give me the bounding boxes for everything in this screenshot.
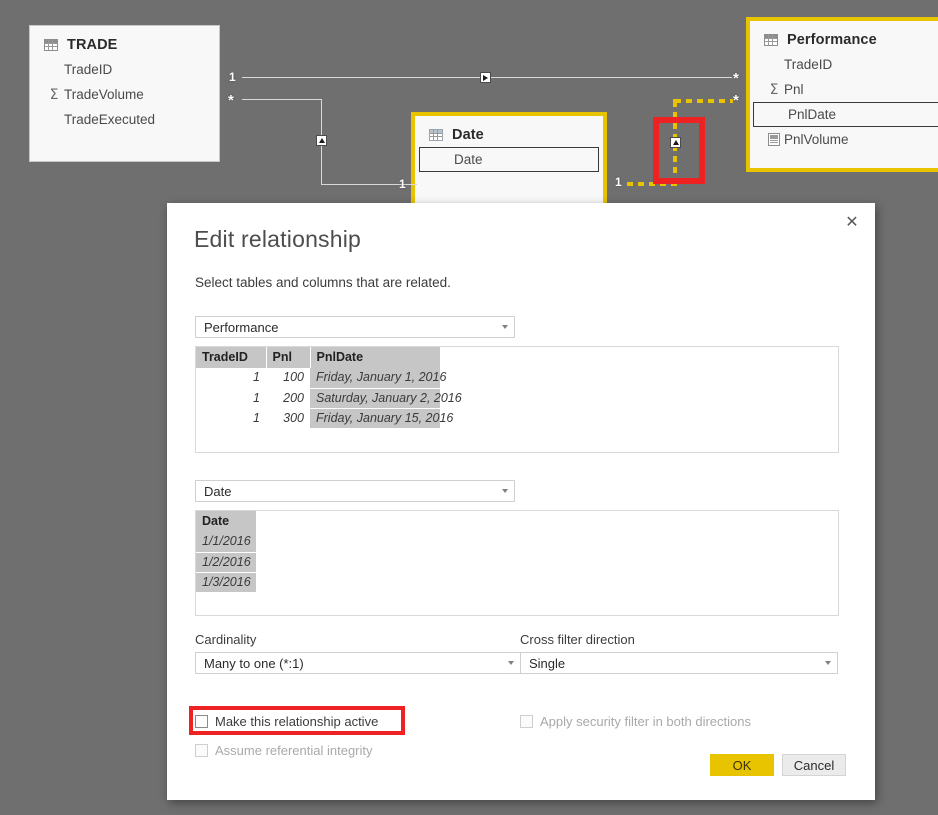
close-icon[interactable]: ✕ [831,205,873,239]
field-label: Date [454,152,483,167]
cell: 1 [196,388,266,409]
calculator-icon [764,133,784,146]
table-card-performance[interactable]: Performance TradeID Σ Pnl PnlDate PnlVol… [746,17,938,172]
field-label: PnlVolume [784,132,849,147]
grid-header-row: TradeID Pnl PnlDate [196,347,441,368]
apply-security-filter-checkbox: Apply security filter in both directions [520,714,751,729]
from-table-select[interactable]: Performance [195,316,515,338]
cell: 1/2/2016 [196,552,256,573]
chevron-down-icon [502,489,508,493]
cardinality-marker-one: 1 [229,70,236,84]
table-row[interactable]: 1 300 Friday, January 15, 2016 [196,408,453,429]
table-card-header: TRADE [30,26,219,57]
cell: 1 [196,408,266,429]
table-row[interactable]: 1 200 Saturday, January 2, 2016 [196,388,462,409]
cardinality-marker-many: * [733,70,739,87]
cardinality-label: Cardinality [195,632,257,647]
table-card-header: Date [415,116,603,147]
cross-filter-label: Cross filter direction [520,632,635,647]
cross-filter-value: Single [529,655,566,671]
cell: 1 [196,368,266,389]
field-label: TradeExecuted [64,112,156,127]
cross-filter-select[interactable]: Single [520,652,838,674]
cardinality-marker-many: * [733,92,739,109]
table-card-header: Performance [750,21,938,52]
edit-relationship-dialog: ✕ Edit relationship Select tables and co… [167,203,875,800]
grid-header-row: Date [196,511,257,532]
cell: 1/3/2016 [196,572,256,593]
table-field[interactable]: TradeExecuted [30,107,219,132]
column-header[interactable]: Date [196,511,257,532]
column-header[interactable]: Pnl [266,347,311,368]
table-name: Performance [787,32,877,48]
table-icon [44,39,58,51]
table-field-highlighted[interactable]: Date [419,147,599,172]
cell: 300 [266,408,310,429]
table-row[interactable]: 1/1/2016 [196,532,256,553]
cardinality-marker-many: * [228,92,234,109]
relationship-arrow-right-icon[interactable] [480,72,491,83]
from-grid-table: TradeID Pnl PnlDate 1 100 Friday, Januar… [196,347,462,429]
table-field[interactable]: TradeID [30,57,219,82]
checkbox-label: Assume referential integrity [215,743,373,758]
column-header[interactable]: TradeID [196,347,267,368]
table-icon [764,34,778,46]
checkbox-box [520,715,533,728]
from-table-value: Performance [204,319,279,335]
cancel-button[interactable]: Cancel [782,754,846,776]
assume-referential-integrity-checkbox: Assume referential integrity [195,743,373,758]
to-grid-table: Date 1/1/2016 1/2/2016 1/3/2016 [196,511,257,593]
dialog-subtitle: Select tables and columns that are relat… [195,275,451,290]
column-header[interactable]: PnlDate [310,347,441,368]
to-table-select[interactable]: Date [195,480,515,502]
from-table-preview-grid[interactable]: TradeID Pnl PnlDate 1 100 Friday, Januar… [195,346,839,453]
to-table-value: Date [204,483,232,499]
table-name: Date [452,127,484,143]
table-row[interactable]: 1/3/2016 [196,572,256,593]
field-label: PnlDate [788,107,837,122]
cell: Saturday, January 2, 2016 [310,388,462,409]
chevron-down-icon [508,661,514,665]
sigma-icon: Σ [769,81,779,98]
relationship-line-active-2a [242,99,322,100]
ok-button[interactable]: OK [710,754,774,776]
table-row[interactable]: 1 100 Friday, January 1, 2016 [196,368,446,389]
dialog-title: Edit relationship [194,226,362,252]
highlight-box-make-relationship-active [189,706,405,735]
sigma-icon: Σ [49,86,59,103]
chevron-down-icon [825,661,831,665]
table-field[interactable]: Σ TradeVolume [30,82,219,107]
cell: Friday, January 15, 2016 [310,408,453,429]
field-label: Pnl [784,82,804,97]
cardinality-select[interactable]: Many to one (*:1) [195,652,521,674]
table-name: TRADE [67,37,118,53]
cardinality-marker-one: 1 [399,177,406,191]
field-label: TradeVolume [64,87,144,102]
table-card-date[interactable]: Date Date [411,112,607,207]
to-table-preview-grid[interactable]: Date 1/1/2016 1/2/2016 1/3/2016 [195,510,839,616]
relationship-line-inactive-c [675,99,733,103]
table-field[interactable]: TradeID [750,52,938,77]
checkbox-box [195,744,208,757]
table-field[interactable]: Σ Pnl [750,77,938,102]
cardinality-marker-one: 1 [615,175,622,189]
relationship-arrow-up-icon[interactable] [316,135,327,146]
table-field-highlighted[interactable]: PnlDate [753,102,938,127]
field-label: TradeID [784,57,833,72]
field-label: TradeID [64,62,113,77]
table-row[interactable]: 1/2/2016 [196,552,256,573]
cell: 200 [266,388,310,409]
date-table-icon [429,129,443,141]
cardinality-value: Many to one (*:1) [204,655,304,671]
highlight-box-inactive-relationship [653,117,705,184]
cell: 1/1/2016 [196,532,256,553]
cell: Friday, January 1, 2016 [310,368,446,389]
table-card-trade[interactable]: TRADE TradeID Σ TradeVolume TradeExecute… [29,25,220,162]
chevron-down-icon [502,325,508,329]
cell: 100 [266,368,310,389]
table-field[interactable]: PnlVolume [750,127,938,152]
checkbox-label: Apply security filter in both directions [540,714,751,729]
